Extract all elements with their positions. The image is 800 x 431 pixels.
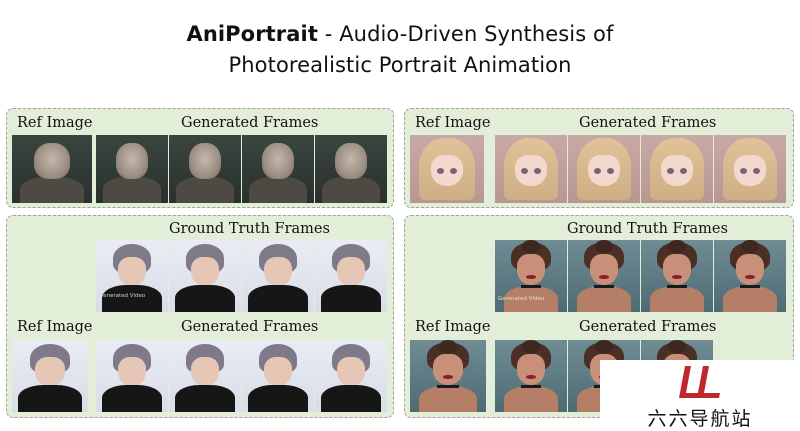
ref-image — [410, 135, 484, 203]
ref-image-label: Ref Image — [415, 115, 491, 131]
generated-frame — [169, 135, 241, 203]
generated-frame — [315, 135, 387, 203]
panel-bottom-left: Ground Truth Frames Generated Video Ref … — [6, 215, 394, 418]
title-rest: - Audio-Driven Synthesis of — [317, 22, 614, 46]
ground-truth-frame — [315, 240, 387, 312]
ground-truth-frame — [169, 240, 241, 312]
watermark: Generated Video — [497, 296, 545, 303]
logo-text: 六六导航站 — [647, 408, 753, 430]
generated-frame — [242, 135, 314, 203]
ref-image — [410, 340, 486, 412]
generated-frame — [96, 135, 168, 203]
ref-image — [12, 340, 88, 412]
generated-frames-label: Generated Frames — [579, 115, 717, 131]
ground-truth-frame — [242, 240, 314, 312]
ground-truth-frame: Generated Video — [96, 240, 168, 312]
generated-frames-label: Generated Frames — [181, 115, 319, 131]
ref-image — [12, 135, 92, 203]
ref-image-label: Ref Image — [415, 319, 491, 335]
generated-frame — [315, 340, 387, 412]
generated-frame — [641, 135, 713, 203]
generated-frames-label: Generated Frames — [181, 319, 319, 335]
ground-truth-frame — [714, 240, 786, 312]
title-bold: AniPortrait — [186, 22, 318, 46]
ground-truth-frame: Generated Video — [495, 240, 567, 312]
watermark: Generated Video — [98, 292, 146, 299]
generated-frames-label: Generated Frames — [579, 319, 717, 335]
logo-mark-icon — [679, 366, 720, 398]
generated-frame — [96, 340, 168, 412]
panel-top-left: Ref Image Generated Frames — [6, 108, 394, 208]
generated-frame — [242, 340, 314, 412]
ground-truth-frames-label: Ground Truth Frames — [567, 221, 728, 237]
page-subtitle: Photorealistic Portrait Animation — [228, 53, 572, 77]
panel-top-right: Ref Image Generated Frames — [404, 108, 794, 208]
page-title: AniPortrait - Audio-Driven Synthesis of — [0, 22, 800, 46]
ref-image-label: Ref Image — [17, 319, 93, 335]
ground-truth-frames-label: Ground Truth Frames — [169, 221, 330, 237]
generated-frame — [495, 135, 567, 203]
site-logo: 六六导航站 — [600, 360, 800, 430]
generated-frame — [568, 135, 640, 203]
ref-image-label: Ref Image — [17, 115, 93, 131]
ground-truth-frame — [568, 240, 640, 312]
ground-truth-frame — [641, 240, 713, 312]
generated-frame — [169, 340, 241, 412]
generated-frame — [714, 135, 786, 203]
generated-frame — [495, 340, 567, 412]
